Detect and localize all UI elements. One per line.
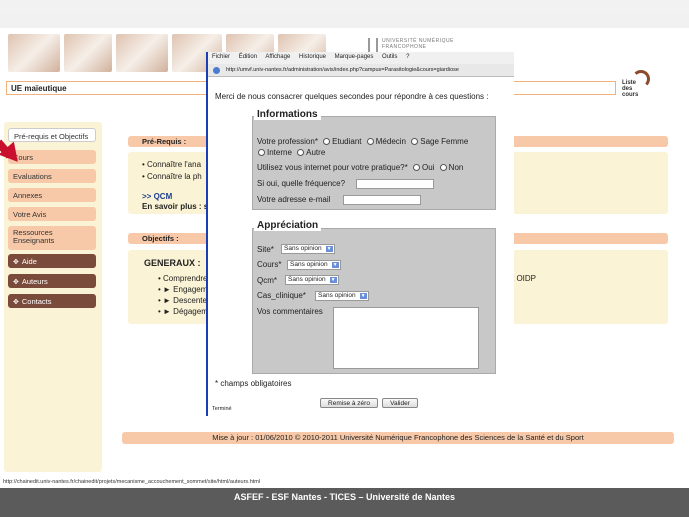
cas-clinique-label: Cas_clinique*	[257, 291, 306, 300]
status-url: http://chainedit.univ-nantes.fr/chainedi…	[0, 479, 689, 488]
menu-marque-pages[interactable]: Marque-pages	[335, 54, 374, 60]
informations-fieldset: Votre profession* Etudiant Médecin Sage …	[252, 116, 496, 210]
chevron-down-icon: ▼	[331, 262, 339, 268]
appreciation-fieldset: Site* Sans opinion ▼ Cours* Sans opinion ▼…	[252, 228, 496, 374]
chevron-down-icon: ▼	[359, 293, 367, 299]
sidebar-item-auteurs[interactable]: ✥ Auteurs	[8, 274, 96, 288]
sidebar-item-ressources[interactable]: Ressources Enseignants	[8, 226, 96, 250]
sidebar: Pré-requis et Objectifs Cours Evaluation…	[4, 122, 102, 472]
menu-edition[interactable]: Édition	[239, 54, 257, 60]
profession-row: Votre profession* Etudiant Médecin Sage …	[257, 137, 469, 146]
liste-cours-link[interactable]: Liste des cours	[620, 70, 660, 102]
menu-bar: Fichier Édition Affichage Historique Mar…	[208, 52, 514, 64]
frequence-input[interactable]	[356, 179, 434, 189]
required-note: * champs obligatoires	[215, 379, 292, 388]
comments-label: Vos commentaires	[257, 307, 323, 316]
sidebar-item-prerequis[interactable]: Pré-requis et Objectifs	[8, 128, 96, 142]
comments-textarea[interactable]	[333, 307, 479, 369]
radio-sage-femme[interactable]	[411, 138, 419, 145]
plus-icon: ✥	[13, 259, 19, 266]
sidebar-item-aide[interactable]: ✥ Aide	[8, 254, 96, 268]
qcm-link[interactable]: >> QCM	[142, 192, 172, 201]
sidebar-item-contacts[interactable]: ✥ Contacts	[8, 294, 96, 308]
address-bar[interactable]: http://umvf.univ-nantes.fr/administratio…	[208, 64, 514, 77]
intro-text: Merci de nous consacrer quelques seconde…	[215, 92, 489, 101]
sidebar-item-evaluations[interactable]: Evaluations	[8, 169, 96, 183]
chevron-down-icon: ▼	[329, 277, 337, 283]
email-input[interactable]	[343, 195, 421, 205]
sidebar-item-votre-avis[interactable]: Votre Avis	[8, 207, 96, 221]
plus-icon: ✥	[13, 279, 19, 286]
banner-photo	[64, 34, 112, 72]
reset-button[interactable]: Remise à zéro	[320, 398, 378, 408]
chevron-down-icon: ▼	[325, 246, 333, 252]
menu-outils[interactable]: Outils	[382, 54, 397, 60]
profession-row-2: Interne Autre	[255, 148, 325, 157]
submit-button[interactable]: Valider	[382, 398, 418, 408]
qcm-label: Qcm*	[257, 276, 277, 285]
cours-label: Cours*	[257, 260, 282, 269]
favicon-icon	[213, 67, 220, 74]
radio-autre[interactable]	[297, 149, 305, 156]
banner-photo	[116, 34, 168, 72]
menu-historique[interactable]: Historique	[299, 54, 326, 60]
informations-legend: Informations	[254, 109, 321, 120]
site-label: Site*	[257, 245, 274, 254]
bottom-credit-bar: ASFEF - ESF Nantes - TICES – Université …	[0, 488, 689, 517]
radio-medecin[interactable]	[366, 138, 374, 145]
radio-non[interactable]	[439, 164, 447, 171]
sidebar-item-annexes[interactable]: Annexes	[8, 188, 96, 202]
email-label: Votre adresse e-mail	[257, 195, 331, 204]
banner-photo	[8, 34, 60, 72]
cas-clinique-select[interactable]: Sans opinion ▼	[315, 291, 369, 301]
plus-icon: ✥	[13, 299, 19, 306]
update-footer: Mise à jour : 01/06/2010 © 2010-2011 Uni…	[122, 432, 674, 444]
frequence-label: Si oui, quelle fréquence?	[257, 179, 346, 188]
radio-etudiant[interactable]	[323, 138, 331, 145]
radio-oui[interactable]	[412, 164, 420, 171]
cours-select[interactable]: Sans opinion ▼	[287, 260, 341, 270]
qcm-select[interactable]: Sans opinion ▼	[285, 275, 339, 285]
menu-help[interactable]: ?	[406, 54, 409, 60]
site-select[interactable]: Sans opinion ▼	[281, 244, 335, 254]
feedback-popup-window: Fichier Édition Affichage Historique Mar…	[206, 52, 514, 416]
internet-row: Utilisez vous internet pour votre pratiq…	[257, 163, 464, 172]
appreciation-legend: Appréciation	[254, 220, 322, 231]
radio-interne[interactable]	[258, 149, 265, 156]
menu-fichier[interactable]: Fichier	[212, 54, 230, 60]
status-text: Terminé	[212, 406, 232, 412]
menu-affichage[interactable]: Affichage	[265, 54, 290, 60]
